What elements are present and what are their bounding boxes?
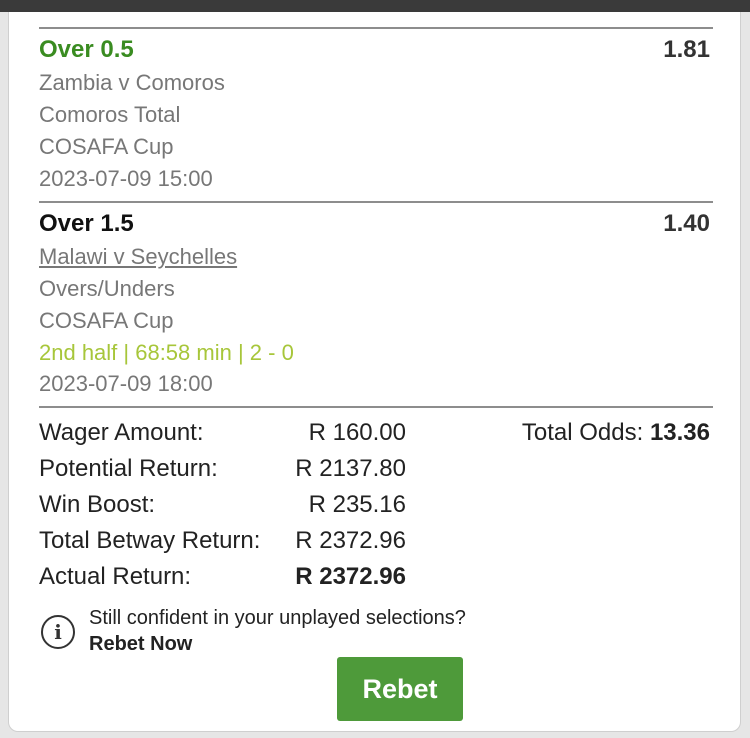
bet-slip-card: Over 0.5 1.81 Zambia v Comoros Comoros T… [8, 12, 741, 732]
competition-name: COSAFA Cup [39, 134, 174, 159]
match-link[interactable]: Malawi v Seychelles [39, 243, 237, 271]
divider [39, 27, 713, 29]
competition-name: COSAFA Cup [39, 308, 174, 333]
potential-return-label: Potential Return: [39, 455, 218, 482]
wager-amount-label: Wager Amount: [39, 419, 204, 446]
win-boost-label: Win Boost: [39, 491, 156, 518]
rebet-now-label: Rebet Now [89, 633, 193, 655]
rebet-prompt: Still confident in your unplayed selecti… [89, 607, 466, 629]
match-name: Zambia v Comoros [39, 70, 225, 95]
divider [39, 406, 713, 408]
total-odds: Total Odds: 13.36 [522, 419, 710, 447]
selection-odds: 1.81 [663, 36, 710, 63]
actual-return-label: Actual Return: [39, 563, 192, 590]
selection-title: Over 0.5 [39, 36, 134, 63]
total-return-value: R 2372.96 [295, 527, 406, 554]
market-name: Overs/Unders [39, 276, 175, 301]
total-odds-value: 13.36 [649, 419, 710, 446]
total-return-label: Total Betway Return: [39, 527, 261, 554]
match-datetime: 2023-07-09 15:00 [39, 166, 213, 191]
bet-slip-frame: Over 0.5 1.81 Zambia v Comoros Comoros T… [0, 12, 750, 738]
info-icon: i [41, 615, 75, 649]
match-datetime: 2023-07-09 18:00 [39, 371, 213, 396]
win-boost-value: R 235.16 [308, 491, 406, 518]
live-status: 2nd half | 68:58 min | 2 - 0 [39, 340, 294, 365]
selection-odds: 1.40 [663, 210, 710, 237]
actual-return-value: R 2372.96 [295, 563, 406, 590]
divider [39, 201, 713, 203]
potential-return-value: R 2137.80 [295, 455, 406, 482]
selection-title: Over 1.5 [39, 210, 134, 237]
wager-amount-value: R 160.00 [308, 419, 406, 446]
window-top-bar [0, 0, 750, 12]
market-name: Comoros Total [39, 102, 181, 127]
rebet-button[interactable]: Rebet [337, 657, 463, 721]
total-odds-label: Total Odds: [521, 419, 644, 446]
